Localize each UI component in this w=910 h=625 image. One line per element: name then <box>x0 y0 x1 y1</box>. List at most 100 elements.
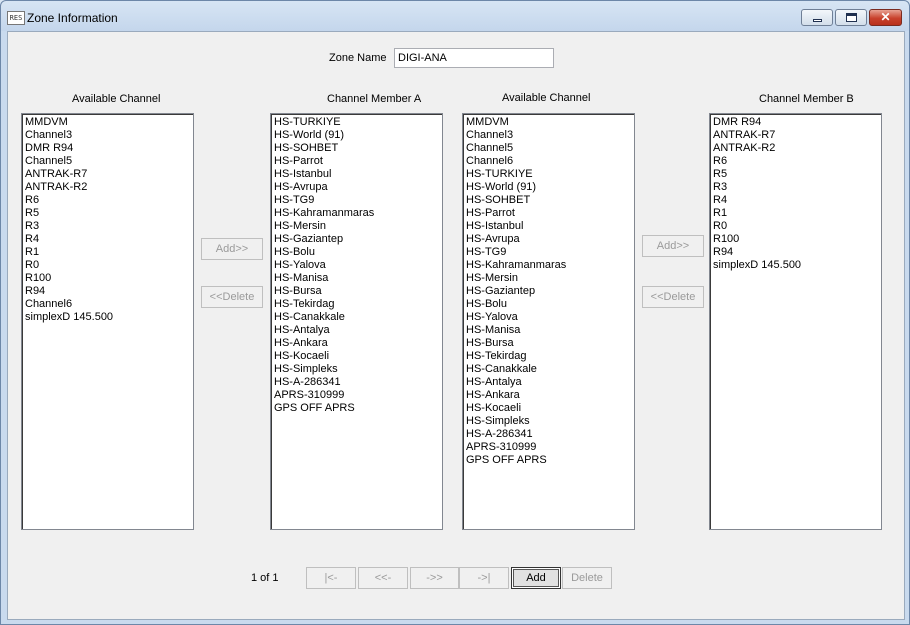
list-item[interactable]: HS-Kocaeli <box>466 402 631 415</box>
list-item[interactable]: HS-Parrot <box>274 155 439 168</box>
list-item[interactable]: Channel5 <box>25 155 190 168</box>
list-item[interactable]: HS-A-286341 <box>274 376 439 389</box>
list-item[interactable]: R3 <box>713 181 878 194</box>
channel-member-b-list[interactable]: DMR R94 ANTRAK-R7 ANTRAK-R2 R6 R5 R3 R4 R1 R0 R10… <box>709 113 882 530</box>
next-page-button[interactable]: ->> <box>410 567 459 589</box>
delete-from-member-a-button[interactable]: <<Delete <box>201 286 263 308</box>
list-item[interactable]: HS-TG9 <box>466 246 631 259</box>
list-item[interactable]: HS-TURKIYE <box>466 168 631 181</box>
previous-page-button[interactable]: <<- <box>358 567 408 589</box>
list-item[interactable]: R100 <box>25 272 190 285</box>
list-item[interactable]: HS-Avrupa <box>274 181 439 194</box>
first-page-button[interactable]: |<- <box>306 567 356 589</box>
list-item[interactable]: HS-Canakkale <box>466 363 631 376</box>
title-bar[interactable]: RES Zone Information ✕ <box>1 1 909 31</box>
add-to-member-b-button[interactable]: Add>> <box>642 235 704 257</box>
list-item[interactable]: HS-World (91) <box>274 129 439 142</box>
available-channel-b-list[interactable]: MMDVM Channel3 Channel5 Channel6 HS-TURKIYE H… <box>462 113 635 530</box>
list-item[interactable]: R94 <box>25 285 190 298</box>
close-button[interactable]: ✕ <box>869 9 902 26</box>
channel-member-b-header: Channel Member B <box>759 93 854 105</box>
list-item[interactable]: R1 <box>25 246 190 259</box>
list-item[interactable]: DMR R94 <box>713 116 878 129</box>
list-item[interactable]: HS-Bursa <box>466 337 631 350</box>
list-item[interactable]: Channel3 <box>25 129 190 142</box>
list-item[interactable]: ANTRAK-R7 <box>713 129 878 142</box>
delete-zone-button[interactable]: Delete <box>562 567 612 589</box>
list-item[interactable]: HS-Mersin <box>274 220 439 233</box>
list-item[interactable]: HS-Tekirdag <box>466 350 631 363</box>
list-item[interactable]: R0 <box>713 220 878 233</box>
list-item[interactable]: Channel3 <box>466 129 631 142</box>
list-item[interactable]: R6 <box>25 194 190 207</box>
add-zone-button[interactable]: Add <box>511 567 561 589</box>
maximize-icon <box>846 13 857 22</box>
list-item[interactable]: HS-Gaziantep <box>466 285 631 298</box>
list-item[interactable]: HS-Parrot <box>466 207 631 220</box>
list-item[interactable]: HS-Antalya <box>466 376 631 389</box>
list-item[interactable]: HS-World (91) <box>466 181 631 194</box>
list-item[interactable]: R94 <box>713 246 878 259</box>
list-item[interactable]: HS-TG9 <box>274 194 439 207</box>
list-item[interactable]: HS-Kahramanmaras <box>274 207 439 220</box>
list-item[interactable]: R100 <box>713 233 878 246</box>
list-item[interactable]: HS-Bursa <box>274 285 439 298</box>
list-item[interactable]: R6 <box>713 155 878 168</box>
list-item[interactable]: ANTRAK-R7 <box>25 168 190 181</box>
list-item[interactable]: HS-Kocaeli <box>274 350 439 363</box>
list-item[interactable]: HS-Tekirdag <box>274 298 439 311</box>
list-item[interactable]: MMDVM <box>25 116 190 129</box>
list-item[interactable]: HS-Simpleks <box>274 363 439 376</box>
list-item[interactable]: HS-Manisa <box>466 324 631 337</box>
list-item[interactable]: ANTRAK-R2 <box>713 142 878 155</box>
list-item[interactable]: R3 <box>25 220 190 233</box>
list-item[interactable]: HS-Mersin <box>466 272 631 285</box>
list-item[interactable]: HS-TURKIYE <box>274 116 439 129</box>
list-item[interactable]: HS-Antalya <box>274 324 439 337</box>
list-item[interactable]: R0 <box>25 259 190 272</box>
list-item[interactable]: R5 <box>713 168 878 181</box>
list-item[interactable]: HS-Bolu <box>274 246 439 259</box>
available-channel-a-header: Available Channel <box>72 93 161 105</box>
list-item[interactable]: APRS-310999 <box>274 389 439 402</box>
list-item[interactable]: HS-Gaziantep <box>274 233 439 246</box>
channel-member-a-list[interactable]: HS-TURKIYE HS-World (91) HS-SOHBET HS-Parro… <box>270 113 443 530</box>
list-item[interactable]: GPS OFF APRS <box>274 402 439 415</box>
list-item[interactable]: Channel6 <box>25 298 190 311</box>
list-item[interactable]: Channel5 <box>466 142 631 155</box>
list-item[interactable]: GPS OFF APRS <box>466 454 631 467</box>
list-item[interactable]: MMDVM <box>466 116 631 129</box>
last-page-button[interactable]: ->| <box>459 567 509 589</box>
list-item[interactable]: HS-SOHBET <box>274 142 439 155</box>
maximize-button[interactable] <box>835 9 867 26</box>
list-item[interactable]: DMR R94 <box>25 142 190 155</box>
list-item[interactable]: HS-Istanbul <box>466 220 631 233</box>
list-item[interactable]: R4 <box>713 194 878 207</box>
add-to-member-a-button[interactable]: Add>> <box>201 238 263 260</box>
list-item[interactable]: HS-Simpleks <box>466 415 631 428</box>
list-item[interactable]: HS-Kahramanmaras <box>466 259 631 272</box>
minimize-button[interactable] <box>801 9 833 26</box>
list-item[interactable]: ANTRAK-R2 <box>25 181 190 194</box>
list-item[interactable]: simplexD 145.500 <box>713 259 878 272</box>
list-item[interactable]: HS-Bolu <box>466 298 631 311</box>
available-channel-a-list[interactable]: MMDVM Channel3 DMR R94 Channel5 ANTRAK-R7 ANT… <box>21 113 194 530</box>
list-item[interactable]: HS-Manisa <box>274 272 439 285</box>
list-item[interactable]: Channel6 <box>466 155 631 168</box>
list-item[interactable]: HS-Ankara <box>466 389 631 402</box>
list-item[interactable]: HS-Yalova <box>274 259 439 272</box>
list-item[interactable]: simplexD 145.500 <box>25 311 190 324</box>
list-item[interactable]: R5 <box>25 207 190 220</box>
zone-name-input[interactable] <box>394 48 554 68</box>
list-item[interactable]: HS-Avrupa <box>466 233 631 246</box>
list-item[interactable]: HS-Canakkale <box>274 311 439 324</box>
list-item[interactable]: R4 <box>25 233 190 246</box>
list-item[interactable]: HS-Istanbul <box>274 168 439 181</box>
list-item[interactable]: HS-Ankara <box>274 337 439 350</box>
list-item[interactable]: HS-A-286341 <box>466 428 631 441</box>
list-item[interactable]: APRS-310999 <box>466 441 631 454</box>
list-item[interactable]: HS-SOHBET <box>466 194 631 207</box>
delete-from-member-b-button[interactable]: <<Delete <box>642 286 704 308</box>
list-item[interactable]: HS-Yalova <box>466 311 631 324</box>
list-item[interactable]: R1 <box>713 207 878 220</box>
